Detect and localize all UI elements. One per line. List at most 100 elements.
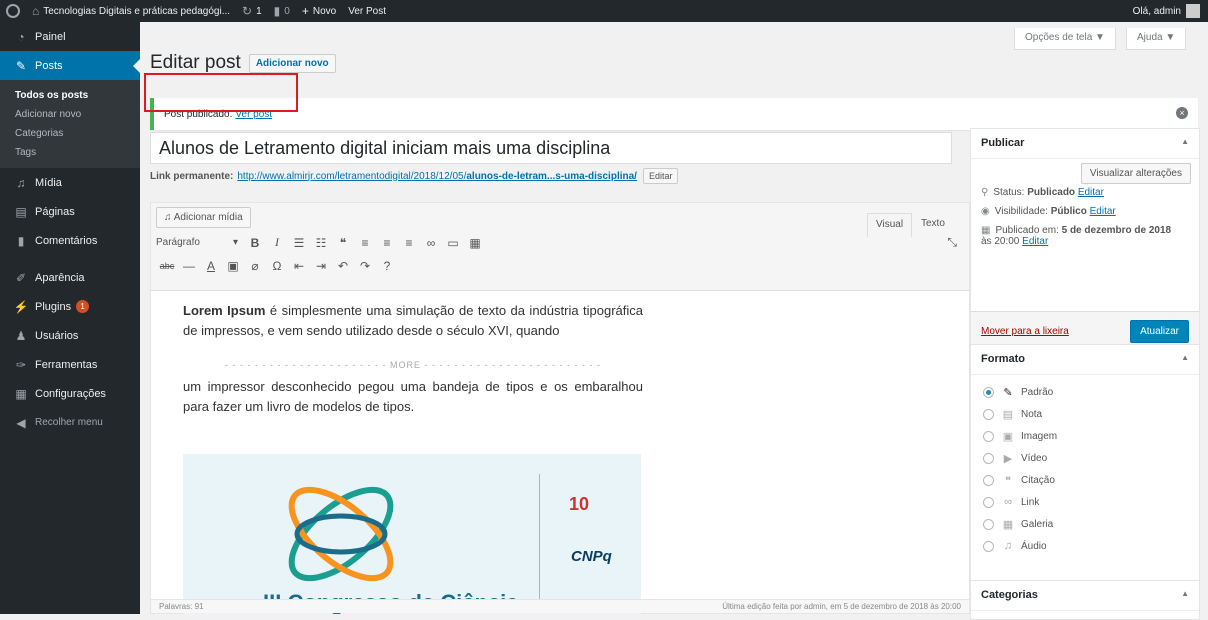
image-icon: ▣: [1002, 430, 1014, 443]
horizontal-line-icon[interactable]: —: [178, 259, 200, 273]
new-content-link[interactable]: + Novo: [296, 0, 342, 22]
plugins-update-badge: 1: [76, 300, 90, 313]
format-option-link[interactable]: ∞ Link: [971, 491, 1199, 513]
status-edit-link[interactable]: Editar: [1078, 187, 1104, 198]
dismiss-icon[interactable]: ×: [1176, 107, 1188, 119]
radio-button[interactable]: [983, 452, 994, 464]
submenu-all-posts[interactable]: Todos os posts: [0, 86, 140, 105]
collapse-arrow-icon[interactable]: ▲: [1181, 137, 1189, 150]
toolbar-toggle-icon[interactable]: ▦: [464, 236, 486, 250]
sidebar-item-painel[interactable]: ◔ Painel: [0, 22, 140, 51]
preview-changes-button[interactable]: Visualizar alterações: [1080, 163, 1191, 184]
format-box-header[interactable]: Formato ▲: [971, 345, 1199, 375]
last-edit-info: Última edição feita por admin, em 5 de d…: [722, 602, 961, 611]
numbered-list-icon[interactable]: ☷: [310, 236, 332, 250]
sidebar-item-usuarios[interactable]: ♟ Usuários: [0, 321, 140, 350]
radio-button[interactable]: [983, 474, 994, 486]
congress-banner-image[interactable]: 10 CNPq III Congresso de Ciência: [183, 454, 641, 614]
screen-options-button[interactable]: Opções de tela ▼: [1014, 28, 1116, 50]
update-button[interactable]: Atualizar: [1130, 320, 1189, 343]
post-title-input[interactable]: Alunos de Letramento digital iniciam mai…: [150, 132, 952, 164]
pin-icon: ✎: [15, 58, 27, 73]
add-media-button[interactable]: ♫ Adicionar mídia: [156, 207, 251, 228]
site-name-link[interactable]: ⌂ Tecnologias Digitais e práticas pedagóg…: [26, 0, 236, 22]
format-select[interactable]: Parágrafo ▾: [156, 237, 244, 248]
updates-link[interactable]: ↻ 1: [236, 0, 268, 22]
radio-button[interactable]: [983, 430, 994, 442]
permalink-url[interactable]: http://www.almirjr.com/letramentodigital…: [237, 171, 637, 182]
sidebar-item-comentarios[interactable]: ▮ Comentários: [0, 226, 140, 255]
clear-formatting-icon[interactable]: ⌀: [244, 259, 266, 273]
view-post-link[interactable]: Ver Post: [342, 0, 392, 22]
sidebar-item-configuracoes[interactable]: ▦ Configurações: [0, 379, 140, 408]
editor-content[interactable]: Lorem Ipsum é simplesmente uma simulação…: [183, 301, 643, 417]
format-option-audio[interactable]: ♫ Áudio: [971, 535, 1199, 557]
radio-button[interactable]: [983, 540, 994, 552]
radio-button[interactable]: [983, 518, 994, 530]
word-count: Palavras: 91: [159, 602, 204, 611]
radio-button[interactable]: [983, 496, 994, 508]
note-icon: ▤: [1002, 408, 1014, 421]
sidebar-item-ferramentas[interactable]: ✑ Ferramentas: [0, 350, 140, 379]
tools-icon: ✑: [15, 357, 27, 372]
sidebar-item-midia[interactable]: ♫ Mídia: [0, 168, 140, 197]
permalink-row: Link permanente: http://www.almirjr.com/…: [150, 168, 952, 184]
help-icon[interactable]: ?: [376, 259, 398, 273]
bold-icon[interactable]: B: [244, 236, 266, 250]
strikethrough-icon[interactable]: abc: [156, 261, 178, 271]
undo-icon[interactable]: ↶: [332, 259, 354, 273]
page-title-row: Editar post Adicionar novo: [150, 52, 336, 74]
text-color-icon[interactable]: A: [200, 259, 222, 273]
format-option-imagem[interactable]: ▣ Imagem: [971, 425, 1199, 447]
redo-icon[interactable]: ↷: [354, 259, 376, 273]
visibility-edit-link[interactable]: Editar: [1090, 206, 1116, 217]
collapse-arrow-icon[interactable]: ▲: [1181, 589, 1189, 602]
audio-icon: ♫: [1003, 540, 1013, 552]
sidebar-item-posts[interactable]: ✎ Posts: [0, 51, 140, 80]
add-new-button[interactable]: Adicionar novo: [248, 53, 336, 73]
indent-icon[interactable]: ⇥: [310, 259, 332, 273]
sidebar-collapse-menu[interactable]: ◀ Recolher menu: [0, 408, 140, 437]
highlight-annotation-box: [144, 73, 298, 112]
format-option-galeria[interactable]: ▦ Galeria: [971, 513, 1199, 535]
tab-visual[interactable]: Visual: [867, 213, 913, 237]
account-menu[interactable]: Olá, admin: [1133, 0, 1200, 22]
tab-text[interactable]: Texto: [913, 213, 953, 237]
format-option-video[interactable]: ▶ Vídeo: [971, 447, 1199, 469]
align-center-icon[interactable]: ≡: [376, 236, 398, 250]
align-right-icon[interactable]: ≡: [398, 236, 420, 250]
permalink-edit-button[interactable]: Editar: [642, 168, 679, 184]
radio-button[interactable]: [983, 386, 994, 398]
special-char-icon[interactable]: Ω: [266, 259, 288, 273]
sidebar-item-aparencia[interactable]: ✐ Aparência: [0, 263, 140, 292]
outdent-icon[interactable]: ⇤: [288, 259, 310, 273]
sidebar-item-plugins[interactable]: ⚡ Plugins 1: [0, 292, 140, 321]
read-more-icon[interactable]: ▭: [442, 236, 464, 250]
paste-text-icon[interactable]: ▣: [222, 259, 244, 273]
published-date-row: ▦ Publicado em: 5 de dezembro de 2018 às 2…: [981, 225, 1172, 247]
fullscreen-icon[interactable]: ⤡: [947, 235, 957, 250]
radio-button[interactable]: [983, 408, 994, 420]
plugins-icon: ⚡: [13, 299, 29, 314]
comments-link[interactable]: ▮ 0: [268, 0, 296, 22]
submenu-add-new[interactable]: Adicionar novo: [0, 105, 140, 124]
collapse-arrow-icon[interactable]: ▲: [1181, 353, 1189, 366]
format-option-citacao[interactable]: ❝ Citação: [971, 469, 1199, 491]
bullet-list-icon[interactable]: ☰: [288, 236, 310, 250]
submenu-categories[interactable]: Categorias: [0, 124, 140, 143]
format-option-padrao[interactable]: ✎ Padrão: [971, 381, 1199, 403]
link-icon[interactable]: ∞: [420, 236, 442, 250]
italic-icon[interactable]: I: [266, 235, 288, 250]
move-to-trash-link[interactable]: Mover para a lixeira: [981, 326, 1069, 337]
format-option-nota[interactable]: ▤ Nota: [971, 403, 1199, 425]
dashboard-icon: ◔: [17, 29, 25, 44]
categories-box-header[interactable]: Categorias ▲: [971, 581, 1199, 611]
wordpress-logo-icon[interactable]: [6, 4, 20, 18]
blockquote-icon[interactable]: ❝: [332, 236, 354, 250]
publish-box-header[interactable]: Publicar ▲: [971, 129, 1199, 159]
sidebar-item-paginas[interactable]: ▤ Páginas: [0, 197, 140, 226]
align-left-icon[interactable]: ≡: [354, 236, 376, 250]
date-edit-link[interactable]: Editar: [1022, 236, 1048, 247]
submenu-tags[interactable]: Tags: [0, 143, 140, 162]
help-button[interactable]: Ajuda ▼: [1126, 28, 1187, 50]
